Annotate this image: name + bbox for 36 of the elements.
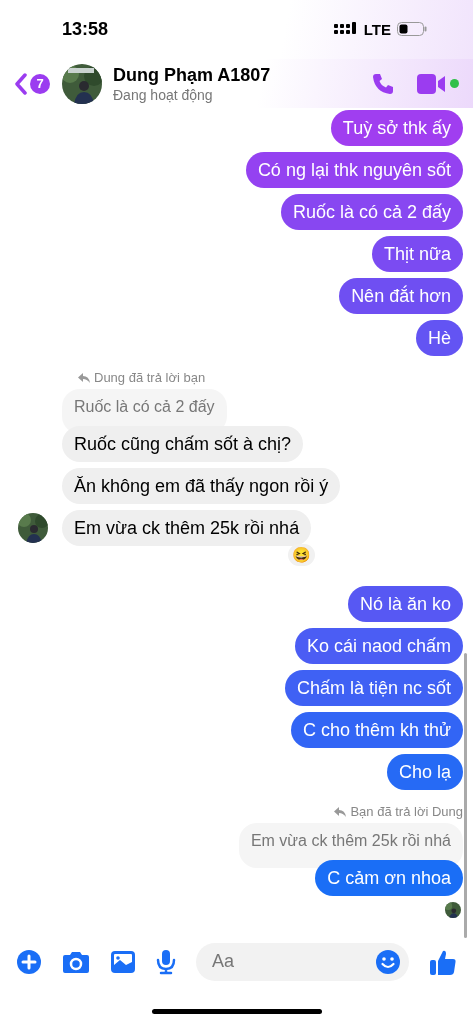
image-icon[interactable]: [110, 949, 136, 974]
video-icon[interactable]: [417, 72, 447, 95]
message-bubble: Ruốc cũng chấm sốt à chị?: [62, 426, 304, 463]
reply-note: Dung đã trả lời bạn: [94, 370, 206, 386]
microphone-icon[interactable]: [156, 948, 176, 975]
message-bubble: Nên đắt hơn: [339, 278, 463, 315]
message-bubble: Tuỳ sở thk ấy: [330, 110, 463, 147]
message-field[interactable]: Aa: [196, 942, 409, 981]
message-bubble: C cảm ơn nhoa: [315, 860, 463, 897]
contact-name: Dung Phạm A1807: [113, 64, 272, 86]
phone-icon[interactable]: [371, 71, 395, 96]
add-icon[interactable]: [16, 948, 42, 975]
status-time: 13:58: [62, 19, 109, 40]
message-bubble: Cho lạ: [386, 754, 463, 791]
message-bubble: Ăn không em đã thấy ngon rồi ý: [62, 468, 341, 505]
reply-icon: [78, 372, 90, 383]
camera-icon[interactable]: [62, 949, 90, 974]
message-bubble: Có ng lại thk nguyên sốt: [245, 152, 463, 189]
active-status: Đang hoạt động: [113, 86, 214, 103]
message-bubble: Thịt nữa: [371, 236, 463, 273]
message-bubble: Ruốc là có cả 2 đấy: [280, 194, 463, 231]
unread-badge: 7: [30, 73, 50, 94]
message-bubble: Em vừa ck thêm 25k rồi nhá: [62, 510, 312, 547]
reply-note: Bạn đã trả lời Dung: [350, 804, 463, 820]
battery-icon: [397, 22, 427, 37]
back-icon[interactable]: [14, 72, 28, 95]
emoji-icon[interactable]: [375, 948, 401, 975]
reply-icon: [334, 806, 347, 817]
signal-icon: [333, 22, 358, 37]
message-bubble: C cho thêm kh thử: [290, 712, 463, 749]
message-bubble: Ko cái naod chấm: [294, 628, 463, 665]
message-bubble: Chấm là tiện nc sốt: [284, 670, 463, 707]
reaction: 😆: [288, 544, 315, 567]
network-label: LTE: [363, 21, 391, 38]
message-bubble: Nó là ăn ko: [347, 586, 463, 623]
message-bubble: Hè: [416, 320, 463, 357]
